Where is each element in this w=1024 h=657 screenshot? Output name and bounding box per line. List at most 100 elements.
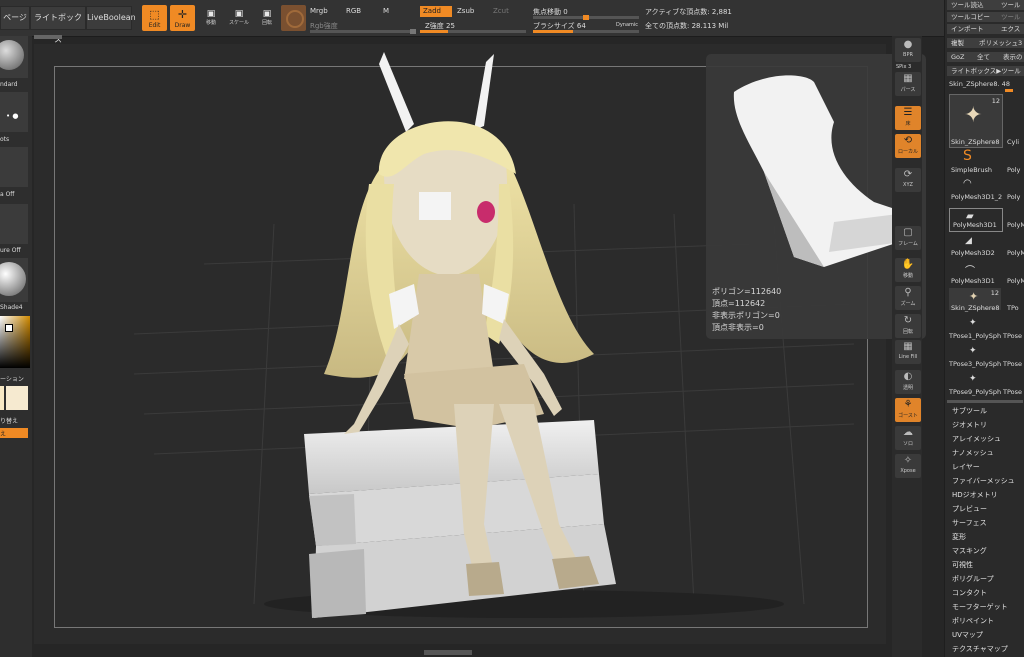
current-tool-slider[interactable]: Skin_ZSphere8. 48 xyxy=(949,80,1010,88)
m-toggle[interactable]: M xyxy=(383,7,389,15)
bpr-button[interactable]: ● BPR xyxy=(895,38,921,62)
transparency-button[interactable]: ◐ 透明 xyxy=(895,370,921,394)
rgb-intensity-slider[interactable] xyxy=(310,29,416,34)
secondary-color-swatch[interactable] xyxy=(6,386,28,410)
edit-button[interactable]: ⬚ Edit xyxy=(142,5,167,31)
line-fill-button[interactable]: ▦ Line Fill xyxy=(895,340,921,364)
copy-tool-button[interactable]: ツールコピー xyxy=(947,12,997,22)
current-tool-slider-knob[interactable] xyxy=(1005,89,1013,92)
switch-color-label[interactable]: り替え xyxy=(0,416,18,425)
switch-color-button[interactable]: え xyxy=(0,428,28,438)
make-polymesh-button[interactable]: ポリメッシュ3 xyxy=(975,38,1024,48)
draw-button[interactable]: ✛ Draw xyxy=(170,5,195,31)
page-tab[interactable]: ページ xyxy=(0,6,30,30)
tool-name[interactable]: TPo xyxy=(1007,304,1019,312)
menu-subtool[interactable]: サブツール xyxy=(952,406,987,416)
tool-name[interactable]: PolyMesh3D2 xyxy=(951,249,995,257)
menu-fibermesh[interactable]: ファイバーメッシュ xyxy=(952,476,1015,486)
tool-name[interactable]: PolyM xyxy=(1007,277,1024,285)
material-button[interactable] xyxy=(0,258,28,302)
menu-masking[interactable]: マスキング xyxy=(952,546,987,556)
move-button[interactable]: ▣ 移動 xyxy=(200,9,222,31)
tool-name[interactable]: PolyMesh3D1 xyxy=(953,221,997,229)
persp-button[interactable]: ▦ パース xyxy=(895,72,921,96)
clone-button[interactable]: 複製 xyxy=(947,38,975,48)
rotate-button[interactable]: ▣ 回転 xyxy=(256,9,278,31)
menu-deformation[interactable]: 変形 xyxy=(952,532,966,542)
move-view-button[interactable]: ✋ 移動 xyxy=(895,258,921,282)
color-picker[interactable] xyxy=(0,316,30,368)
menu-preview[interactable]: プレビュー xyxy=(952,504,987,514)
tool-name[interactable]: TPose9_PolySph xyxy=(949,388,1001,396)
canvas-tab-handle[interactable] xyxy=(34,35,62,39)
tool-name[interactable]: Cyli xyxy=(1007,138,1019,146)
menu-visibility[interactable]: 可視性 xyxy=(952,560,973,570)
xpose-button[interactable]: ✧ Xpose xyxy=(895,454,921,478)
zsub-toggle[interactable]: Zsub xyxy=(457,7,474,15)
brush-size-slider[interactable] xyxy=(533,30,639,33)
lightbox-button[interactable]: ライトボックス xyxy=(30,6,86,44)
material-sphere-button[interactable] xyxy=(281,5,306,31)
tool-name[interactable]: Poly xyxy=(1007,193,1020,201)
tool-list-scrollbar[interactable] xyxy=(947,400,1023,403)
tool-name[interactable]: PolyMesh3D1_2 xyxy=(951,193,1002,201)
menu-layers[interactable]: レイヤー xyxy=(952,462,980,472)
slider-knob[interactable] xyxy=(410,29,416,34)
focal-shift-slider[interactable] xyxy=(533,15,639,20)
local-button[interactable]: ⟲ ローカル xyxy=(895,134,921,158)
tool-name[interactable]: TPose3_PolySph xyxy=(949,360,1001,368)
alpha-button[interactable] xyxy=(0,147,28,187)
ghost-button[interactable]: ⚘ ゴースト xyxy=(895,398,921,422)
paste-tool-button[interactable]: ツール xyxy=(997,12,1024,22)
floor-button[interactable]: ☰ 床 xyxy=(895,106,921,130)
zcut-toggle[interactable]: Zcut xyxy=(493,7,509,15)
frame-button[interactable]: ▢ フレーム xyxy=(895,226,921,250)
tool-name[interactable]: TPose xyxy=(1003,388,1022,396)
import-button[interactable]: インポート xyxy=(947,24,997,34)
menu-polypaint[interactable]: ポリペイント xyxy=(952,616,994,626)
color-picker-cursor[interactable] xyxy=(5,324,13,332)
scale-button[interactable]: ▣ スケール xyxy=(228,9,250,31)
menu-hd-geometry[interactable]: HDジオメトリ xyxy=(952,490,998,500)
export-button[interactable]: エクス xyxy=(997,24,1024,34)
all-button[interactable]: 全て xyxy=(973,52,999,62)
menu-nanomesh[interactable]: ナノメッシュ xyxy=(952,448,994,458)
menu-morph-target[interactable]: モーフターゲット xyxy=(952,602,1008,612)
goz-button[interactable]: GoZ xyxy=(947,52,973,62)
bottom-tray-handle[interactable] xyxy=(424,650,472,655)
load-tool-button[interactable]: ツール読込 xyxy=(947,0,997,10)
tool-name[interactable]: SimpleBrush xyxy=(951,166,992,174)
visible-button[interactable]: 表示の xyxy=(999,52,1024,62)
zadd-toggle[interactable]: Zadd xyxy=(420,6,452,17)
rgb-toggle[interactable]: RGB xyxy=(346,7,361,15)
menu-texture-map[interactable]: テクスチャマップ xyxy=(952,644,1008,654)
menu-polygroups[interactable]: ポリグループ xyxy=(952,574,994,584)
menu-uv-map[interactable]: UVマップ xyxy=(952,630,983,640)
tool-name[interactable]: Skin_ZSphere8 xyxy=(951,138,1000,146)
menu-arraymesh[interactable]: アレイメッシュ xyxy=(952,434,1001,444)
tool-name[interactable]: TPose xyxy=(1003,332,1022,340)
tool-name[interactable]: Skin_ZSphere8 xyxy=(951,304,1000,312)
lightbox-tools-button[interactable]: ライトボックス▶ツール xyxy=(947,66,1024,76)
tool-name[interactable]: PolyMesh3D1 xyxy=(951,277,995,285)
slider-knob[interactable] xyxy=(583,15,589,20)
main-color-swatch[interactable] xyxy=(0,386,4,410)
zoom-view-button[interactable]: ⚲ ズーム xyxy=(895,286,921,310)
menu-surface[interactable]: サーフェス xyxy=(952,518,987,528)
dynamic-toggle[interactable]: Dynamic xyxy=(616,22,638,28)
brush-button[interactable] xyxy=(0,36,28,78)
liveboolean-button[interactable]: LiveBoolean xyxy=(86,6,136,30)
z-intensity-slider[interactable] xyxy=(420,30,526,33)
rotate-view-button[interactable]: ↻ 回転 xyxy=(895,314,921,338)
tool-name[interactable]: Poly xyxy=(1007,166,1020,174)
solo-button[interactable]: ☁ ソロ xyxy=(895,426,921,450)
tool-name[interactable]: PolyM xyxy=(1007,221,1024,229)
mrgb-toggle[interactable]: Mrgb xyxy=(310,7,328,15)
menu-contact[interactable]: コンタクト xyxy=(952,588,987,598)
tool-name[interactable]: TPose xyxy=(1003,360,1022,368)
tool-name[interactable]: PolyM xyxy=(1007,249,1024,257)
texture-button[interactable] xyxy=(0,204,28,244)
save-tool-button[interactable]: ツール xyxy=(997,0,1024,10)
stroke-button[interactable]: • ● xyxy=(0,92,28,132)
menu-geometry[interactable]: ジオメトリ xyxy=(952,420,987,430)
